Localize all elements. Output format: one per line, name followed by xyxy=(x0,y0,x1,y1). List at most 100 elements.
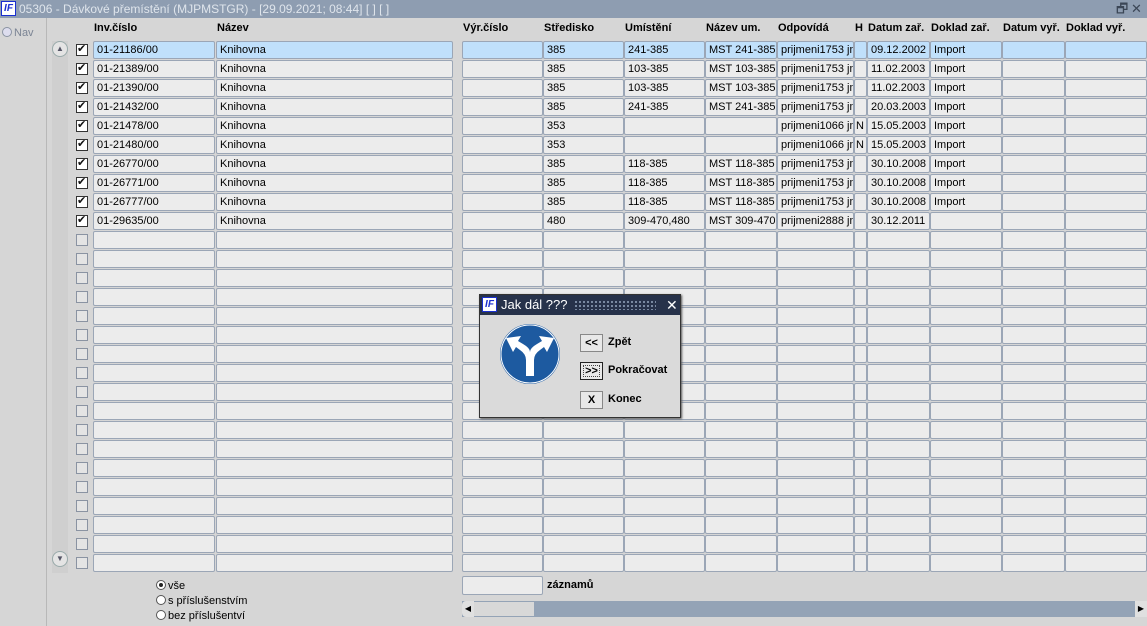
row-checkbox[interactable] xyxy=(76,272,88,284)
cell-doklad-vyr[interactable] xyxy=(1065,117,1147,135)
cell-datum-zar[interactable] xyxy=(867,497,930,515)
cell-nazev-um[interactable] xyxy=(705,326,777,344)
filter-option[interactable]: s příslušenstvím xyxy=(156,595,247,607)
cell-stredisko[interactable] xyxy=(543,440,624,458)
row-checkbox[interactable] xyxy=(76,137,88,151)
cell-inv-cislo[interactable] xyxy=(93,421,215,439)
cell-nazev[interactable]: Knihovna xyxy=(216,174,453,192)
cell-odpovida[interactable]: prijmeni1753 jm xyxy=(777,193,854,211)
cell-datum-vyr[interactable] xyxy=(1002,554,1065,572)
cell-nazev-um[interactable]: MST 241-385 xyxy=(705,98,777,116)
cell-datum-vyr[interactable] xyxy=(1002,250,1065,268)
row-checkbox[interactable] xyxy=(76,175,88,189)
scroll-thumb[interactable] xyxy=(474,602,534,616)
cell-stredisko[interactable]: 385 xyxy=(543,174,624,192)
cell-odpovida[interactable] xyxy=(777,459,854,477)
cell-umisteni[interactable] xyxy=(624,250,705,268)
cell-umisteni[interactable]: 118-385 xyxy=(624,155,705,173)
cell-nazev[interactable]: Knihovna xyxy=(216,98,453,116)
cell-datum-vyr[interactable] xyxy=(1002,345,1065,363)
cell-inv-cislo[interactable] xyxy=(93,440,215,458)
cell-datum-zar[interactable] xyxy=(867,421,930,439)
cell-datum-vyr[interactable] xyxy=(1002,516,1065,534)
cell-nazev[interactable] xyxy=(216,231,453,249)
column-header-datum-vyr[interactable]: Datum vyř. xyxy=(1003,22,1060,34)
row-checkbox[interactable] xyxy=(76,61,88,75)
cell-nazev-um[interactable]: MST 118-385 xyxy=(705,193,777,211)
cell-inv-cislo[interactable]: 01-29635/00 xyxy=(93,212,215,230)
dialog-button-2[interactable]: X xyxy=(580,391,603,409)
dialog-button-0[interactable]: << xyxy=(580,334,603,352)
row-checkbox[interactable] xyxy=(76,213,88,227)
cell-odpovida[interactable] xyxy=(777,421,854,439)
cell-h[interactable] xyxy=(854,250,867,268)
cell-h[interactable] xyxy=(854,459,867,477)
cell-vyr-cislo[interactable] xyxy=(462,478,543,496)
cell-inv-cislo[interactable] xyxy=(93,345,215,363)
cell-h[interactable] xyxy=(854,516,867,534)
cell-nazev-um[interactable] xyxy=(705,136,777,154)
cell-umisteni[interactable] xyxy=(624,516,705,534)
cell-doklad-zar[interactable]: Import xyxy=(930,117,1002,135)
cell-datum-zar[interactable]: 30.10.2008 xyxy=(867,174,930,192)
cell-datum-zar[interactable]: 30.12.2011 xyxy=(867,212,930,230)
cell-datum-vyr[interactable] xyxy=(1002,79,1065,97)
cell-nazev[interactable]: Knihovna xyxy=(216,117,453,135)
cell-nazev-um[interactable] xyxy=(705,516,777,534)
row-checkbox[interactable] xyxy=(76,118,88,132)
cell-umisteni[interactable]: 103-385 xyxy=(624,60,705,78)
cell-nazev-um[interactable]: MST 103-385 xyxy=(705,79,777,97)
cell-inv-cislo[interactable] xyxy=(93,307,215,325)
cell-doklad-vyr[interactable] xyxy=(1065,497,1147,515)
cell-nazev-um[interactable] xyxy=(705,231,777,249)
cell-odpovida[interactable]: prijmeni1753 jm xyxy=(777,79,854,97)
cell-doklad-zar[interactable] xyxy=(930,535,1002,553)
cell-odpovida[interactable]: prijmeni2888 jm xyxy=(777,212,854,230)
cell-datum-vyr[interactable] xyxy=(1002,136,1065,154)
cell-doklad-vyr[interactable] xyxy=(1065,459,1147,477)
cell-vyr-cislo[interactable] xyxy=(462,212,543,230)
cell-odpovida[interactable] xyxy=(777,307,854,325)
cell-doklad-zar[interactable]: Import xyxy=(930,98,1002,116)
cell-doklad-vyr[interactable] xyxy=(1065,174,1147,192)
cell-stredisko[interactable]: 385 xyxy=(543,98,624,116)
cell-nazev[interactable]: Knihovna xyxy=(216,60,453,78)
cell-doklad-zar[interactable] xyxy=(930,364,1002,382)
cell-inv-cislo[interactable] xyxy=(93,250,215,268)
cell-nazev-um[interactable] xyxy=(705,364,777,382)
cell-nazev[interactable] xyxy=(216,307,453,325)
column-header-odpovida[interactable]: Odpovídá xyxy=(778,22,829,34)
cell-datum-zar[interactable]: 20.03.2003 xyxy=(867,98,930,116)
cell-datum-vyr[interactable] xyxy=(1002,41,1065,59)
cell-vyr-cislo[interactable] xyxy=(462,440,543,458)
cell-nazev[interactable] xyxy=(216,364,453,382)
cell-datum-zar[interactable] xyxy=(867,364,930,382)
cell-umisteni[interactable]: 309-470,480 xyxy=(624,212,705,230)
cell-nazev[interactable] xyxy=(216,402,453,420)
cell-umisteni[interactable] xyxy=(624,231,705,249)
cell-inv-cislo[interactable]: 01-21390/00 xyxy=(93,79,215,97)
cell-doklad-zar[interactable]: Import xyxy=(930,174,1002,192)
cell-datum-vyr[interactable] xyxy=(1002,326,1065,344)
cell-vyr-cislo[interactable] xyxy=(462,250,543,268)
cell-doklad-vyr[interactable] xyxy=(1065,326,1147,344)
cell-doklad-vyr[interactable] xyxy=(1065,288,1147,306)
cell-nazev[interactable] xyxy=(216,288,453,306)
cell-datum-vyr[interactable] xyxy=(1002,212,1065,230)
cell-umisteni[interactable] xyxy=(624,269,705,287)
cell-vyr-cislo[interactable] xyxy=(462,136,543,154)
cell-nazev-um[interactable] xyxy=(705,478,777,496)
cell-odpovida[interactable] xyxy=(777,516,854,534)
row-checkbox[interactable] xyxy=(76,99,88,113)
cell-datum-vyr[interactable] xyxy=(1002,440,1065,458)
cell-h[interactable] xyxy=(854,60,867,78)
cell-odpovida[interactable] xyxy=(777,231,854,249)
row-checkbox[interactable] xyxy=(76,194,88,208)
cell-doklad-vyr[interactable] xyxy=(1065,41,1147,59)
cell-h[interactable] xyxy=(854,288,867,306)
cell-nazev[interactable] xyxy=(216,250,453,268)
cell-datum-zar[interactable] xyxy=(867,440,930,458)
cell-stredisko[interactable] xyxy=(543,535,624,553)
cell-nazev-um[interactable] xyxy=(705,440,777,458)
column-header-umisteni[interactable]: Umístění xyxy=(625,22,671,34)
